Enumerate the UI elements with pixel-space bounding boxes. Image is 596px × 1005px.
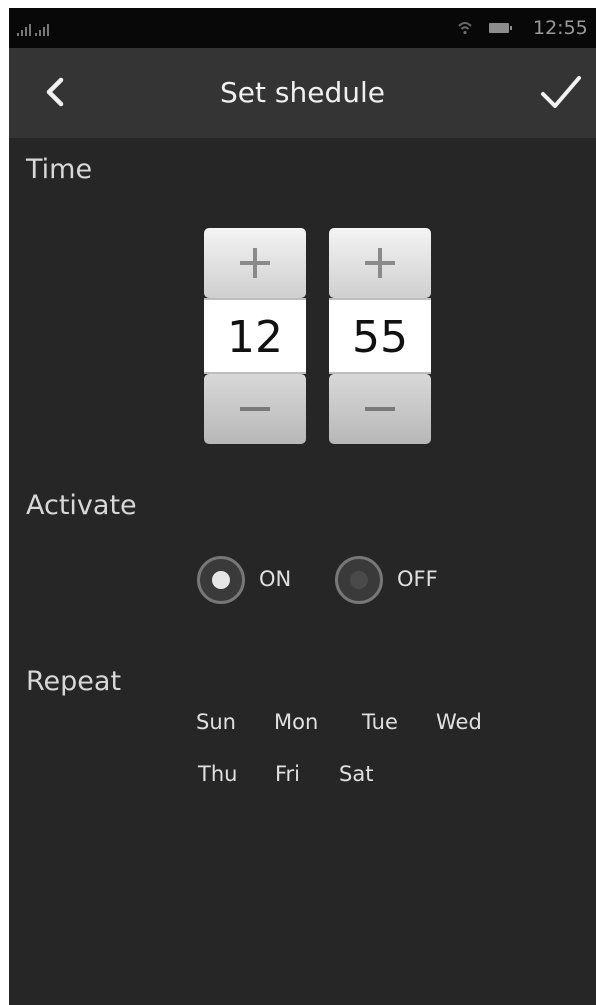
back-button[interactable] — [33, 70, 77, 114]
hour-increment-button[interactable] — [204, 228, 306, 298]
signal-strength-icon — [35, 20, 49, 36]
plus-icon — [240, 248, 270, 278]
activate-label: Activate — [26, 490, 137, 521]
radio-selected-icon — [197, 556, 245, 604]
radio-label-on: ON — [259, 567, 292, 591]
chevron-left-icon — [46, 77, 64, 107]
minute-picker: 55 — [329, 228, 431, 444]
minute-decrement-button[interactable] — [329, 374, 431, 444]
app-bar: Set shedule — [9, 48, 596, 138]
schedule-screen: 12:55 Set shedule Time 12 55 Activate ON… — [9, 8, 596, 1005]
checkmark-icon — [541, 76, 581, 108]
radio-unselected-icon — [335, 556, 383, 604]
minute-value[interactable]: 55 — [329, 298, 431, 374]
minus-icon — [240, 407, 270, 411]
status-time: 12:55 — [533, 17, 588, 39]
wifi-icon — [458, 22, 472, 35]
day-tue[interactable]: Tue — [362, 710, 398, 734]
status-bar: 12:55 — [9, 8, 596, 48]
time-label: Time — [26, 154, 93, 185]
hour-picker: 12 — [204, 228, 306, 444]
battery-icon — [489, 23, 512, 33]
page-title: Set shedule — [220, 76, 385, 109]
day-sat[interactable]: Sat — [339, 762, 373, 786]
plus-icon — [365, 248, 395, 278]
day-fri[interactable]: Fri — [275, 762, 300, 786]
day-thu[interactable]: Thu — [198, 762, 237, 786]
minute-increment-button[interactable] — [329, 228, 431, 298]
hour-value[interactable]: 12 — [204, 298, 306, 374]
radio-label-off: OFF — [397, 567, 438, 591]
day-wed[interactable]: Wed — [436, 710, 482, 734]
day-mon[interactable]: Mon — [274, 710, 318, 734]
save-button[interactable] — [535, 68, 587, 116]
minus-icon — [365, 407, 395, 411]
repeat-label: Repeat — [26, 666, 122, 697]
hour-decrement-button[interactable] — [204, 374, 306, 444]
signal-strength-icon — [17, 20, 31, 36]
day-sun[interactable]: Sun — [196, 710, 236, 734]
activate-off-radio[interactable]: OFF — [335, 552, 438, 608]
activate-on-radio[interactable]: ON — [197, 552, 297, 608]
